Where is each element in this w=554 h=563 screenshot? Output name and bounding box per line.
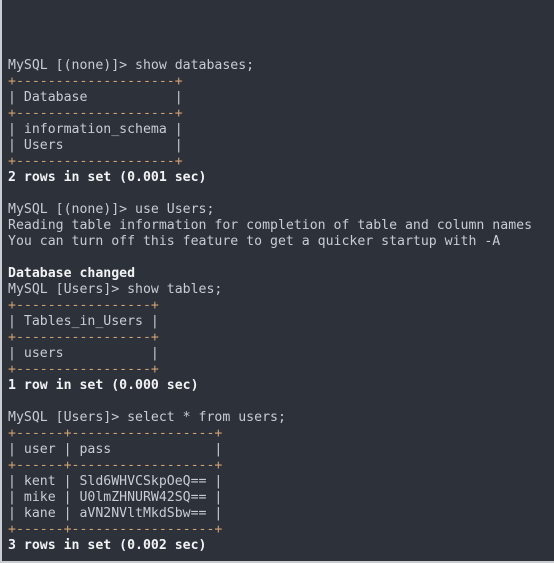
table-rule-text: +------+------------------+ [8,458,223,473]
table-rule-text: +-----------------+ [8,330,159,345]
status-line: 1 row in set (0.000 sec) [8,378,550,394]
terminal-line-text: Reading table information for completion… [8,218,533,233]
table-row: | users | [8,346,550,362]
prompt-line: MySQL [(none)]> show databases; [8,58,550,74]
table-row-text: | Tables_in_Users | [8,314,159,329]
table-rule: +--------------------+ [8,154,550,170]
prompt-line-text: MySQL [Users]> show tables; [8,282,223,297]
terminal-window[interactable]: MySQL [(none)]> show databases; +--------… [0,0,554,563]
table-rule-text: +------+------------------+ [8,426,223,441]
table-rule: +--------------------+ [8,74,550,90]
table-rule-text: +-----------------+ [8,298,159,313]
prompt-line: MySQL [(none)]> use Users; [8,202,550,218]
table-rule: +------+------------------+ [8,522,550,538]
terminal-screen[interactable]: MySQL [(none)]> show databases; +--------… [8,10,550,561]
table-rule-text: +-----------------+ [8,362,159,377]
table-row-text: | information_schema | [8,122,183,137]
terminal-line: Reading table information for completion… [8,218,550,234]
table-row-text: | Users | [8,138,183,153]
table-row: | user | pass | [8,442,550,458]
terminal-line-text: You can turn off this feature to get a q… [8,234,501,249]
status-line-text: 1 row in set (0.000 sec) [8,378,199,393]
table-row-text: | mike | U0lmZHNURW42SQ== | [8,490,223,505]
table-rule: +-----------------+ [8,330,550,346]
table-row: | mike | U0lmZHNURW42SQ== | [8,490,550,506]
status-line: 3 rows in set (0.002 sec) [8,538,550,554]
table-row: | Users | [8,138,550,154]
table-row: | information_schema | [8,122,550,138]
table-row: | Tables_in_Users | [8,314,550,330]
table-rule: +-----------------+ [8,362,550,378]
status-line: Database changed [8,266,550,282]
table-rule-text: +--------------------+ [8,106,183,121]
table-row-text: | user | pass | [8,442,223,457]
status-line: 2 rows in set (0.001 sec) [8,170,550,186]
table-rule: +------+------------------+ [8,458,550,474]
prompt-line: MySQL [Users]> show tables; [8,282,550,298]
table-rule-text: +--------------------+ [8,154,183,169]
table-row: | Database | [8,90,550,106]
status-line-text: Database changed [8,266,136,281]
status-line-text: 3 rows in set (0.002 sec) [8,538,207,553]
prompt-line-text: MySQL [Users]> select * from users; [8,410,286,425]
table-row-text: | Database | [8,90,183,105]
status-line-text: 2 rows in set (0.001 sec) [8,170,207,185]
prompt-line-text: MySQL [(none)]> use Users; [8,202,215,217]
prompt-line: MySQL [Users]> select * from users; [8,410,550,426]
terminal-line: You can turn off this feature to get a q… [8,234,550,250]
table-row-text: | users | [8,346,159,361]
table-row: | kent | Sld6WHVCSkpOeQ== | [8,474,550,490]
table-rule-text: +--------------------+ [8,74,183,89]
table-rule: +-----------------+ [8,298,550,314]
table-rule: +--------------------+ [8,106,550,122]
table-rule: +------+------------------+ [8,426,550,442]
table-row: | kane | aVN2NVltMkdSbw== | [8,506,550,522]
table-row-text: | kane | aVN2NVltMkdSbw== | [8,506,223,521]
prompt-line-text: MySQL [(none)]> show databases; [8,58,255,73]
table-row-text: | kent | Sld6WHVCSkpOeQ== | [8,474,223,489]
table-rule-text: +------+------------------+ [8,522,223,537]
